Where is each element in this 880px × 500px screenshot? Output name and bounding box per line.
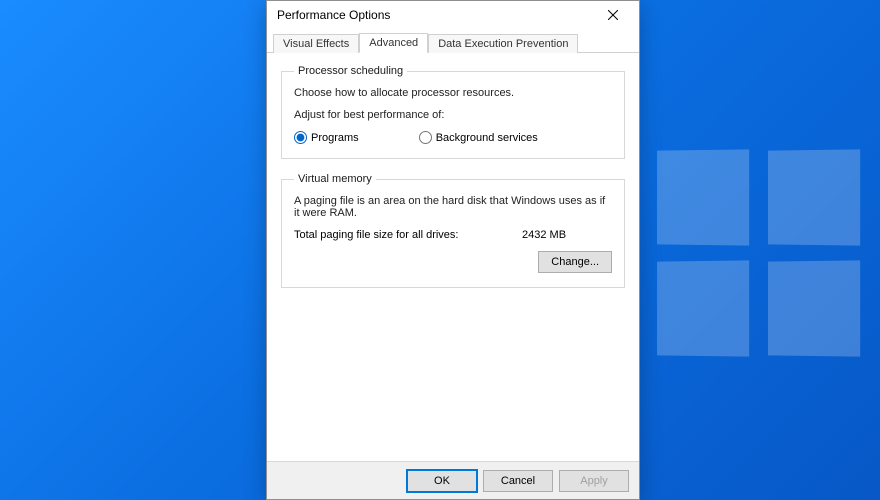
adjust-performance-label: Adjust for best performance of: [294,109,612,121]
tab-visual-effects[interactable]: Visual Effects [273,34,359,53]
processor-scheduling-group: Processor scheduling Choose how to alloc… [281,65,625,159]
cancel-button[interactable]: Cancel [483,470,553,492]
total-paging-label: Total paging file size for all drives: [294,229,522,241]
radio-background-services[interactable]: Background services [419,131,538,144]
radio-background-input[interactable] [419,131,432,144]
ok-button[interactable]: OK [407,470,477,492]
total-paging-value: 2432 MB [522,229,612,241]
virtual-memory-legend: Virtual memory [294,173,376,185]
change-button[interactable]: Change... [538,251,612,273]
processor-scheduling-desc: Choose how to allocate processor resourc… [294,87,612,99]
tab-content-advanced: Processor scheduling Choose how to alloc… [267,53,639,461]
window-title: Performance Options [277,8,593,22]
virtual-memory-group: Virtual memory A paging file is an area … [281,173,625,288]
windows-logo-icon [655,150,861,356]
tab-data-execution-prevention[interactable]: Data Execution Prevention [428,34,578,53]
dialog-footer: OK Cancel Apply [267,461,639,499]
radio-programs[interactable]: Programs [294,131,359,144]
radio-background-label: Background services [436,132,538,144]
titlebar: Performance Options [267,1,639,29]
close-button[interactable] [593,3,633,27]
tabstrip: Visual Effects Advanced Data Execution P… [267,29,639,53]
processor-scheduling-legend: Processor scheduling [294,65,407,77]
virtual-memory-desc: A paging file is an area on the hard dis… [294,195,612,219]
apply-button[interactable]: Apply [559,470,629,492]
close-icon [608,10,618,20]
tab-advanced[interactable]: Advanced [359,33,428,53]
radio-programs-label: Programs [311,132,359,144]
performance-options-dialog: Performance Options Visual Effects Advan… [266,0,640,500]
radio-programs-input[interactable] [294,131,307,144]
